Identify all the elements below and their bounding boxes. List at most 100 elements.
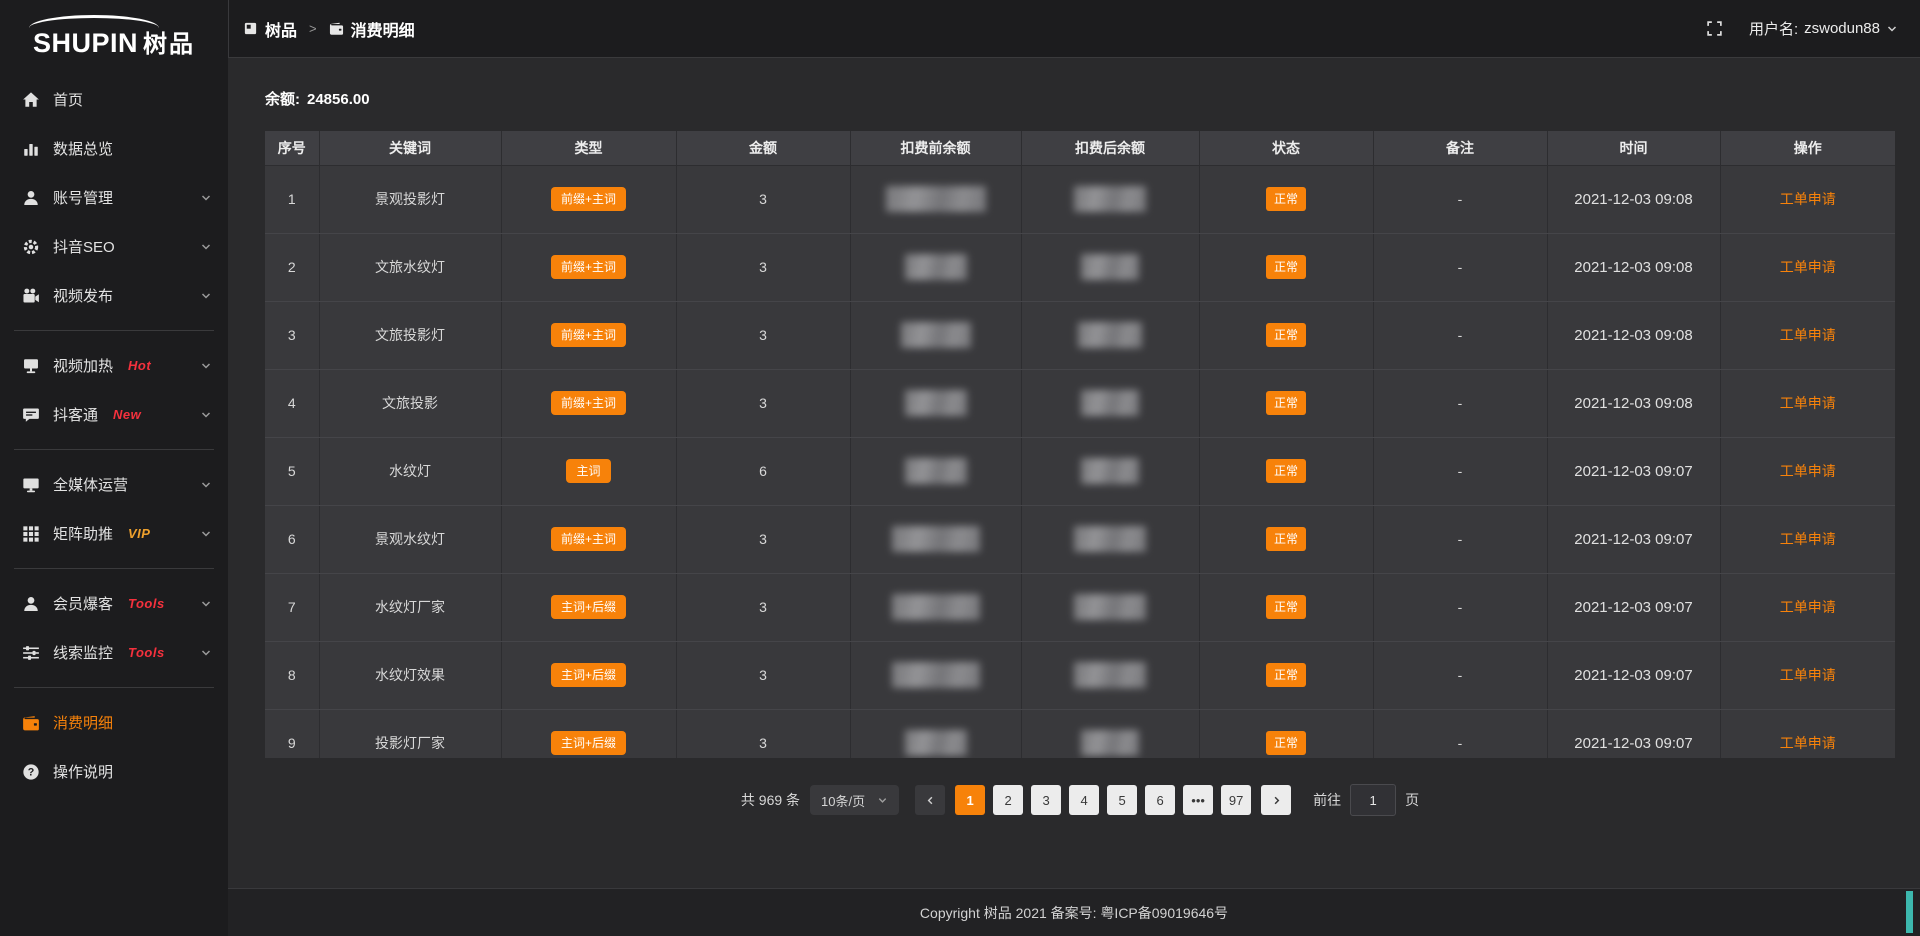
svg-text:?: ? — [28, 766, 35, 778]
page-button-97[interactable]: 97 — [1221, 785, 1251, 815]
cell-balance-after — [1021, 505, 1199, 573]
sidebar-item-12[interactable]: ?操作说明 — [0, 747, 228, 796]
grid-icon — [22, 525, 40, 543]
redacted-value — [1074, 594, 1146, 620]
type-badge: 前缀+主词 — [551, 187, 626, 211]
cell-type: 前缀+主词 — [501, 233, 676, 301]
sidebar-item-2[interactable]: 账号管理 — [0, 173, 228, 222]
sliders-icon — [22, 644, 40, 662]
sidebar-item-11[interactable]: 消费明细 — [0, 698, 228, 747]
page-size-value: 10条/页 — [821, 791, 865, 810]
sidebar-item-label: 全媒体运营 — [53, 474, 128, 495]
cell-status: 正常 — [1199, 709, 1373, 758]
sidebar-item-0[interactable]: 首页 — [0, 75, 228, 124]
prev-page-button[interactable] — [915, 785, 945, 815]
sidebar-item-8[interactable]: 矩阵助推VIP — [0, 509, 228, 558]
table-header-row: 序号关键词类型金额扣费前余额扣费后余额状态备注时间操作 — [265, 131, 1895, 165]
page-size-select[interactable]: 10条/页 — [810, 785, 899, 815]
cell-balance-after — [1021, 641, 1199, 709]
cell-action: 工单申请 — [1720, 505, 1895, 573]
sidebar-item-label: 消费明细 — [53, 712, 113, 733]
page-button-6[interactable]: 6 — [1145, 785, 1175, 815]
scrollbar-thumb[interactable] — [1906, 891, 1913, 933]
work-order-link[interactable]: 工单申请 — [1780, 735, 1836, 751]
breadcrumb-item-home[interactable]: 树品 — [265, 17, 297, 41]
cell-time: 2021-12-03 09:08 — [1547, 165, 1720, 233]
work-order-link[interactable]: 工单申请 — [1780, 599, 1836, 615]
status-badge: 正常 — [1266, 527, 1306, 551]
sidebar: SHUPIN 树品 首页数据总览账号管理抖音SEO 视频发布视频加热Hot抖客通N… — [0, 0, 228, 936]
redacted-value — [1081, 458, 1139, 484]
redacted-value — [1074, 186, 1146, 212]
work-order-link[interactable]: 工单申请 — [1780, 667, 1836, 683]
redacted-value — [905, 254, 967, 280]
page-button-3[interactable]: 3 — [1031, 785, 1061, 815]
column-header-8: 时间 — [1547, 131, 1720, 165]
chevron-down-icon — [200, 598, 212, 610]
work-order-link[interactable]: 工单申请 — [1780, 463, 1836, 479]
page-button-2[interactable]: 2 — [993, 785, 1023, 815]
billboard-icon — [22, 357, 40, 375]
work-order-link[interactable]: 工单申请 — [1780, 531, 1836, 547]
redacted-value — [905, 730, 967, 756]
pagination: 共 969 条 10条/页 123456•••97 前往 — [265, 784, 1895, 816]
cell-amount: 3 — [676, 233, 850, 301]
goto-page-input[interactable] — [1350, 784, 1396, 816]
redacted-value — [905, 390, 967, 416]
sidebar-item-9[interactable]: 会员爆客Tools — [0, 579, 228, 628]
work-order-link[interactable]: 工单申请 — [1780, 259, 1836, 275]
page-ellipsis-button[interactable]: ••• — [1183, 785, 1213, 815]
chevron-right-icon — [1271, 795, 1282, 806]
cell-keyword: 水纹灯 — [319, 437, 501, 505]
sidebar-item-1[interactable]: 数据总览 — [0, 124, 228, 173]
topbar: 树品 > 消费明细 用户名: zswodun88 — [228, 0, 1920, 58]
sidebar-item-3[interactable]: 抖音SEO — [0, 222, 228, 271]
work-order-link[interactable]: 工单申请 — [1780, 327, 1836, 343]
sidebar-item-6[interactable]: 抖客通New — [0, 390, 228, 439]
redacted-value — [892, 526, 980, 552]
fullscreen-icon[interactable] — [1706, 20, 1723, 37]
cell-index: 3 — [265, 301, 319, 369]
cell-keyword: 水纹灯厂家 — [319, 573, 501, 641]
page-button-5[interactable]: 5 — [1107, 785, 1137, 815]
cell-amount: 3 — [676, 641, 850, 709]
data-table: 序号关键词类型金额扣费前余额扣费后余额状态备注时间操作 1景观投影灯前缀+主词3… — [265, 131, 1895, 758]
cell-index: 4 — [265, 369, 319, 437]
sidebar-item-label: 抖音SEO — [53, 236, 115, 257]
cell-remark: - — [1373, 641, 1547, 709]
cell-time: 2021-12-03 09:08 — [1547, 301, 1720, 369]
username-value[interactable]: zswodun88 — [1804, 20, 1880, 37]
cell-index: 6 — [265, 505, 319, 573]
sidebar-item-4[interactable]: 视频发布 — [0, 271, 228, 320]
cell-type: 前缀+主词 — [501, 165, 676, 233]
sidebar-item-5[interactable]: 视频加热Hot — [0, 341, 228, 390]
cell-keyword: 文旅投影灯 — [319, 301, 501, 369]
column-header-6: 状态 — [1199, 131, 1373, 165]
logo-arc-icon — [29, 15, 159, 28]
page-button-1[interactable]: 1 — [955, 785, 985, 815]
cell-type: 主词+后缀 — [501, 573, 676, 641]
work-order-link[interactable]: 工单申请 — [1780, 191, 1836, 207]
chevron-down-icon[interactable] — [1886, 23, 1898, 35]
sidebar-item-badge: New — [113, 407, 141, 422]
page-button-4[interactable]: 4 — [1069, 785, 1099, 815]
sidebar-item-7[interactable]: 全媒体运营 — [0, 460, 228, 509]
sidebar-item-label: 视频加热 — [53, 355, 113, 376]
next-page-button[interactable] — [1261, 785, 1291, 815]
redacted-value — [1081, 730, 1139, 756]
goto-label: 前往 — [1313, 790, 1341, 810]
cell-status: 正常 — [1199, 437, 1373, 505]
main-content: 余额:24856.00 序号关键词类型金额扣费前余额扣费后余额状态备注时间操作 … — [228, 58, 1920, 888]
cell-balance-before — [850, 369, 1021, 437]
cell-remark: - — [1373, 573, 1547, 641]
chevron-down-icon — [877, 795, 888, 806]
username-label: 用户名: — [1749, 18, 1798, 39]
sidebar-item-10[interactable]: 线索监控Tools — [0, 628, 228, 677]
type-badge: 主词 — [566, 459, 610, 483]
cell-amount: 3 — [676, 301, 850, 369]
cell-remark: - — [1373, 165, 1547, 233]
redacted-value — [1081, 390, 1139, 416]
work-order-link[interactable]: 工单申请 — [1780, 395, 1836, 411]
chevron-down-icon — [200, 192, 212, 204]
logo-text: SHUPIN 树品 — [33, 30, 195, 57]
